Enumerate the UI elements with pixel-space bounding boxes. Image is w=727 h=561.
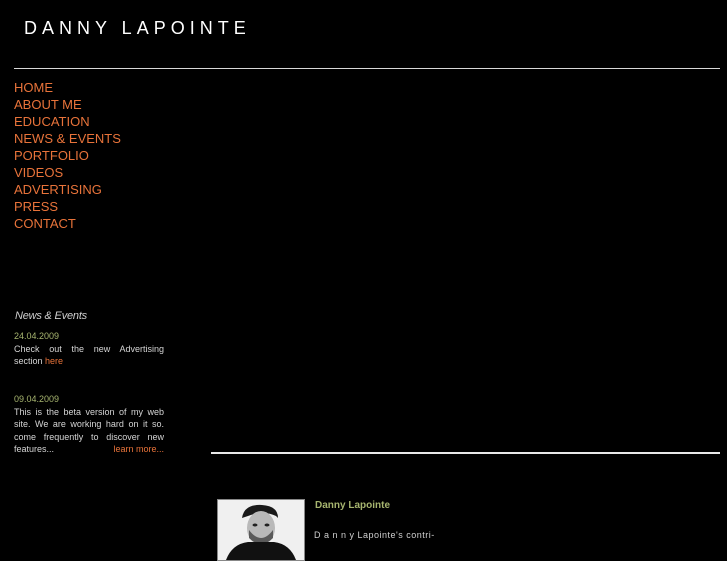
profile-name: Danny Lapointe bbox=[315, 500, 391, 511]
nav-item-news-events[interactable]: NEWS & EVENTS bbox=[14, 130, 121, 147]
news-date: 24.04.2009 bbox=[14, 331, 60, 341]
news-heading: News & Events bbox=[15, 310, 87, 322]
news-date: 09.04.2009 bbox=[14, 394, 60, 404]
news-here-link[interactable]: here bbox=[45, 356, 63, 366]
profile-bio: D a n n y Lapointe's contri- bbox=[314, 530, 435, 540]
nav-item-press[interactable]: PRESS bbox=[14, 198, 121, 215]
site-title: DANNY LAPOINTE bbox=[24, 18, 251, 38]
main-nav: HOME ABOUT ME EDUCATION NEWS & EVENTS PO… bbox=[14, 79, 121, 232]
content-divider bbox=[211, 452, 720, 454]
nav-item-education[interactable]: EDUCATION bbox=[14, 113, 121, 130]
nav-item-home[interactable]: HOME bbox=[14, 79, 121, 96]
nav-item-contact[interactable]: CONTACT bbox=[14, 215, 121, 232]
profile-photo bbox=[217, 499, 305, 561]
header-divider bbox=[14, 68, 720, 69]
nav-item-portfolio[interactable]: PORTFOLIO bbox=[14, 147, 121, 164]
portrait-image bbox=[218, 500, 304, 560]
news-body: Check out the new Advertising section bbox=[14, 343, 164, 367]
news-entry: 09.04.2009 This is the beta version of m… bbox=[14, 393, 164, 456]
nav-item-about-me[interactable]: ABOUT ME bbox=[14, 96, 121, 113]
nav-item-advertising[interactable]: ADVERTISING bbox=[14, 181, 121, 198]
news-text: This is the beta version of my web site.… bbox=[14, 406, 164, 456]
news-entry: 24.04.2009 Check out the new Advertising… bbox=[14, 330, 164, 368]
learn-more-link[interactable]: learn more... bbox=[113, 443, 164, 456]
nav-item-videos[interactable]: VIDEOS bbox=[14, 164, 121, 181]
news-text: Check out the new Advertising section he… bbox=[14, 343, 164, 368]
